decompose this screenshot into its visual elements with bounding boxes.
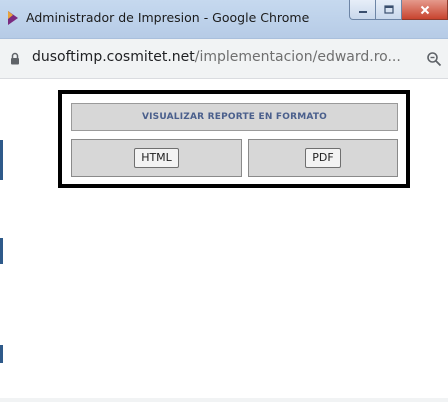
close-button[interactable]	[402, 0, 448, 20]
window-title: Administrador de Impresion - Google Chro…	[26, 10, 310, 25]
maximize-icon	[383, 5, 394, 14]
window-bottom-edge	[0, 398, 448, 402]
minimize-icon	[358, 10, 367, 13]
window-edge-mark	[0, 140, 3, 180]
close-icon	[420, 5, 429, 14]
title-bar[interactable]: Administrador de Impresion - Google Chro…	[0, 0, 448, 39]
browser-window: Administrador de Impresion - Google Chro…	[0, 0, 448, 402]
url-host: dusoftimp.cosmitet.net	[32, 49, 195, 65]
minimize-button[interactable]	[349, 0, 376, 20]
address-bar[interactable]: dusoftimp.cosmitet.net/implementacion/ed…	[0, 39, 448, 79]
pdf-option-cell: PDF	[248, 139, 398, 177]
report-format-header: VISUALIZAR REPORTE EN FORMATO	[71, 103, 398, 131]
maximize-button[interactable]	[376, 0, 402, 20]
zoom-icon[interactable]	[426, 51, 442, 67]
report-format-panel: VISUALIZAR REPORTE EN FORMATO HTML PDF	[58, 90, 410, 188]
window-controls	[349, 0, 448, 24]
app-icon	[8, 11, 18, 25]
html-button[interactable]: HTML	[134, 148, 179, 168]
window-edge-mark	[0, 238, 3, 264]
html-option-cell: HTML	[71, 139, 242, 177]
url-text[interactable]: dusoftimp.cosmitet.net/implementacion/ed…	[32, 49, 401, 65]
pdf-button[interactable]: PDF	[305, 148, 341, 168]
window-edge-mark	[0, 345, 3, 363]
url-path: /implementacion/edward.ro...	[194, 49, 401, 65]
lock-icon[interactable]	[10, 52, 20, 65]
